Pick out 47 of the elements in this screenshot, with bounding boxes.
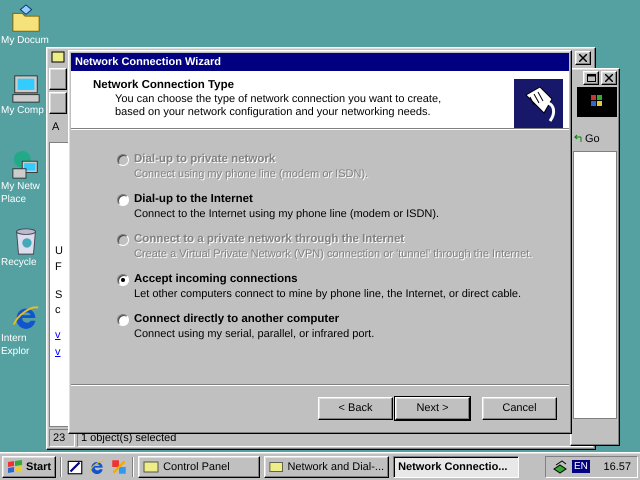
- link-text[interactable]: v: [55, 346, 60, 358]
- radio-button[interactable]: [117, 314, 129, 326]
- toolbar-text: A: [51, 120, 60, 135]
- start-button[interactable]: Start: [2, 456, 56, 478]
- option-description: Connect to the Internet using my phone line (modem or ISDN).: [134, 208, 440, 220]
- taskbar-button[interactable]: Network and Dial-...: [264, 456, 390, 478]
- option-label[interactable]: Dial-up to the Internet: [134, 193, 440, 205]
- folder-icon[interactable]: [11, 4, 41, 34]
- pane-text: U: [55, 245, 63, 257]
- close-icon: [579, 54, 587, 62]
- wizard-button[interactable]: Next >: [395, 396, 470, 420]
- windows-flag-icon: [7, 460, 23, 474]
- computer-icon[interactable]: [11, 74, 41, 104]
- close-button[interactable]: [601, 71, 617, 85]
- option-description: Let other computers connect to mine by phone line, the Internet, or direct cable.: [134, 288, 522, 300]
- pane-text: S: [55, 289, 62, 301]
- option-label[interactable]: Connect directly to another computer: [134, 313, 374, 325]
- close-button[interactable]: [575, 51, 591, 65]
- go-arrow-icon: [573, 134, 583, 144]
- option-label[interactable]: Accept incoming connections: [134, 273, 522, 285]
- option-description: Connect using my phone line (modem or ISDN).: [134, 168, 368, 180]
- wizard-button[interactable]: < Back: [318, 396, 393, 420]
- window-title: Network Connection Wizard: [71, 53, 569, 71]
- radio-button[interactable]: [117, 274, 129, 286]
- header-subtitle: You can choose the type of network connection you want to create, based on your network configuration and your networking needs.: [114, 93, 442, 119]
- window-app-icon: [51, 51, 65, 63]
- maximize-icon: [586, 74, 596, 82]
- maximize-button[interactable]: [583, 71, 599, 85]
- pane-text: c: [55, 304, 60, 316]
- clock[interactable]: 16.57: [603, 460, 631, 472]
- close-icon: [605, 74, 613, 82]
- network-tray-icon[interactable]: [552, 458, 568, 474]
- taskbar-button[interactable]: Network Connectio...: [393, 456, 520, 478]
- window-app-icon: [269, 460, 284, 474]
- pane-text: F: [55, 261, 62, 273]
- option-description: Connect using my serial, parallel, or infrared port.: [134, 328, 374, 340]
- language-indicator[interactable]: EN: [572, 460, 590, 473]
- link-text[interactable]: v: [55, 329, 60, 341]
- radio-button[interactable]: [117, 194, 129, 206]
- taskbar-button[interactable]: Control Panel: [138, 456, 260, 478]
- wizard-button[interactable]: Cancel: [482, 396, 557, 420]
- windows-logo-throbber: [577, 87, 617, 117]
- go-button[interactable]: Go: [573, 133, 619, 145]
- option-description: Create a Virtual Private Network (VPN) connection or 'tunnel' through the Internet.: [134, 248, 532, 260]
- window-app-icon: [143, 460, 160, 474]
- browser-e-icon[interactable]: [88, 458, 106, 476]
- header-title: Network Connection Type: [93, 79, 235, 91]
